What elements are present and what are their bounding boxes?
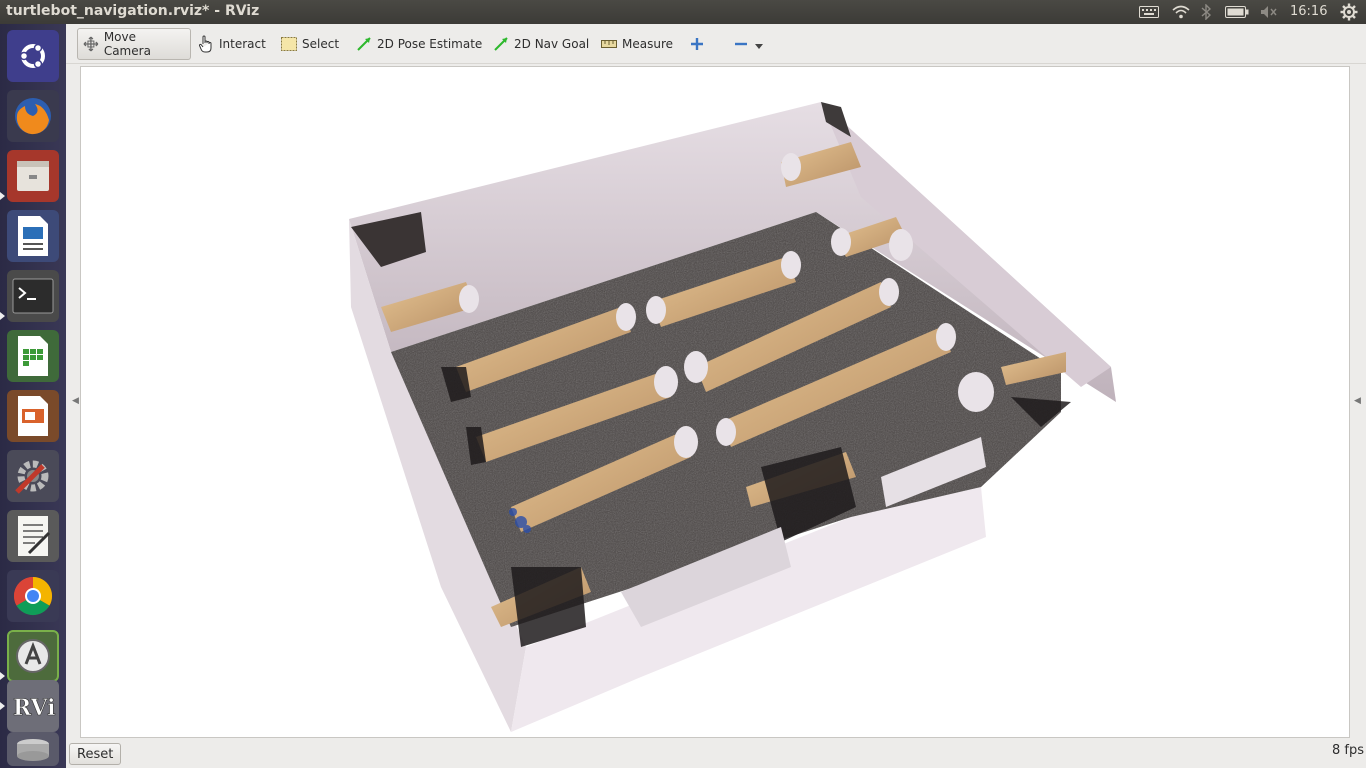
files-icon[interactable] <box>7 150 59 202</box>
viewport-frame: ◀ ◀ <box>66 64 1366 740</box>
move-camera-icon <box>83 36 99 52</box>
firefox-icon[interactable] <box>7 90 59 142</box>
rviz-icon[interactable]: RViz <box>7 680 59 732</box>
ubuntu-dash-icon[interactable] <box>7 30 59 82</box>
measure-button[interactable]: Measure <box>597 28 677 60</box>
running-indicator <box>0 702 5 710</box>
nav-goal-label: 2D Nav Goal <box>514 37 590 51</box>
running-indicator <box>0 672 5 680</box>
chevron-down-icon <box>755 44 763 49</box>
bluetooth-icon[interactable] <box>1198 2 1214 22</box>
remove-tool-button[interactable] <box>730 28 772 60</box>
volume-muted-icon[interactable] <box>1258 2 1280 22</box>
pose-estimate-button[interactable]: 2D Pose Estimate <box>352 28 486 60</box>
disk-icon[interactable] <box>7 732 59 766</box>
text-editor-icon[interactable] <box>7 510 59 562</box>
running-indicator <box>0 192 5 200</box>
wifi-icon[interactable] <box>1170 2 1192 22</box>
select-button[interactable]: Select <box>277 28 343 60</box>
select-box-icon <box>281 37 297 51</box>
libreoffice-impress-icon[interactable] <box>7 390 59 442</box>
minus-icon <box>735 42 747 46</box>
chrome-icon[interactable] <box>7 570 59 622</box>
system-settings-icon[interactable] <box>7 450 59 502</box>
window-title: turtlebot_navigation.rviz* - RViz <box>6 3 260 19</box>
running-indicator <box>0 312 5 320</box>
add-tool-button[interactable] <box>686 28 713 60</box>
session-gear-icon[interactable] <box>1338 2 1360 22</box>
plus-icon <box>691 38 703 50</box>
top-panel: turtlebot_navigation.rviz* - RViz 16:16 <box>0 0 1366 24</box>
reset-button[interactable]: Reset <box>69 743 122 765</box>
pose-estimate-label: 2D Pose Estimate <box>377 37 483 51</box>
measure-label: Measure <box>622 37 673 51</box>
svg-text:RViz: RViz <box>13 695 56 721</box>
collapse-right-arrow-icon[interactable]: ◀ <box>1354 396 1361 406</box>
ruler-icon <box>601 40 617 48</box>
green-arrow-icon <box>357 37 371 51</box>
point-cloud-scene <box>349 102 1116 732</box>
move-camera-label: Move Camera <box>103 30 151 58</box>
collapse-left-arrow-icon[interactable]: ◀ <box>72 396 79 406</box>
clock[interactable]: 16:16 <box>1290 4 1327 19</box>
nav-goal-button[interactable]: 2D Nav Goal <box>489 28 593 60</box>
interact-label: Interact <box>219 37 266 51</box>
keyboard-icon[interactable] <box>1138 2 1160 22</box>
software-updater-icon[interactable] <box>7 630 59 682</box>
status-bar: Reset 8 fps <box>66 740 1366 768</box>
select-label: Select <box>302 37 340 51</box>
green-arrow-icon <box>494 37 508 51</box>
3d-render-viewport[interactable] <box>80 66 1350 738</box>
interact-button[interactable]: Interact <box>194 28 270 60</box>
battery-icon[interactable] <box>1224 2 1250 22</box>
move-camera-button[interactable]: Move Camera <box>77 28 191 60</box>
libreoffice-calc-icon[interactable] <box>7 330 59 382</box>
rviz-toolbar: Move Camera Interact Select 2D Pose Esti… <box>66 24 1366 64</box>
libreoffice-writer-icon[interactable] <box>7 210 59 262</box>
terminal-icon[interactable] <box>7 270 59 322</box>
launcher: RViz <box>0 24 66 768</box>
fps-readout: 8 fps <box>1331 743 1364 758</box>
hand-pointer-icon <box>198 35 212 53</box>
